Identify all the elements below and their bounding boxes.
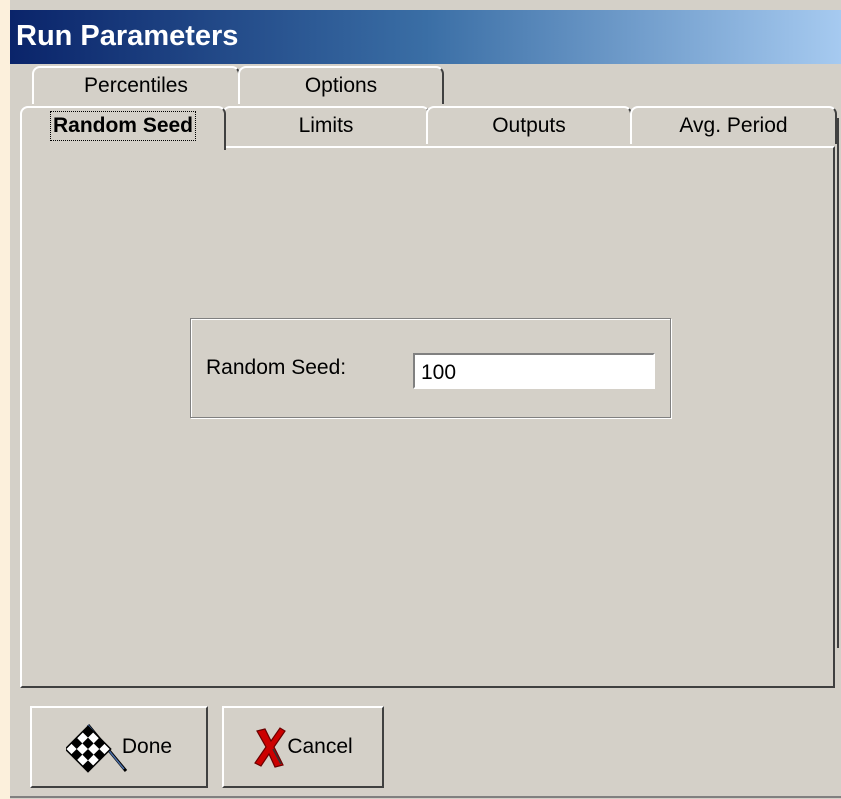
done-button-label: Done (121, 735, 173, 758)
tab-random-seed[interactable]: Random Seed (20, 106, 226, 150)
title-bar[interactable]: Run Parameters (10, 10, 841, 64)
tab-percentiles[interactable]: Percentiles (32, 66, 240, 104)
tab-outputs-label: Outputs (492, 114, 566, 137)
tab-avg-period[interactable]: Avg. Period (630, 106, 837, 144)
run-parameters-window: Run Parameters Percentiles Options Rando… (10, 0, 841, 799)
checkered-flag-icon (65, 719, 128, 775)
tab-avg-period-label: Avg. Period (679, 114, 788, 137)
random-seed-input[interactable]: 100 (413, 353, 655, 389)
tab-limits-label: Limits (298, 114, 354, 137)
tab-outputs[interactable]: Outputs (426, 106, 632, 144)
tab-options-label: Options (304, 74, 378, 97)
window-bottom-edge (10, 796, 841, 798)
tab-strip-edge (837, 118, 839, 648)
tab-random-seed-label: Random Seed (49, 111, 197, 141)
cancel-button-label: Cancel (287, 735, 353, 758)
random-seed-label: Random Seed: (206, 356, 347, 379)
red-x-icon (253, 725, 287, 769)
cancel-button[interactable]: Cancel (222, 706, 384, 788)
tab-percentiles-label: Percentiles (84, 74, 188, 97)
tab-limits[interactable]: Limits (222, 106, 430, 144)
tab-options[interactable]: Options (238, 66, 444, 104)
done-button[interactable]: Done (30, 706, 208, 788)
window-title: Run Parameters (16, 20, 239, 52)
